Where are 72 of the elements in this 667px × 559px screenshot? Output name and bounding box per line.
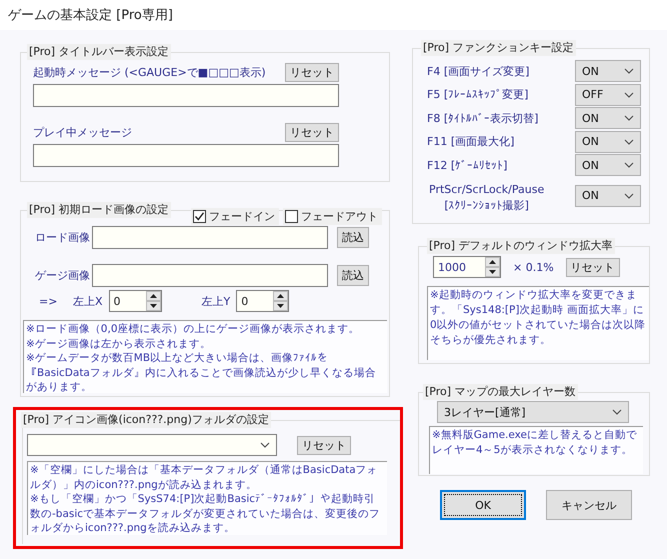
key-label: F12 [ｹﾞｰﾑﾘｾｯﾄ]	[427, 158, 508, 172]
image-path-field[interactable]	[92, 226, 328, 248]
chevron-icon	[624, 162, 634, 168]
number-field[interactable]: 1000	[433, 256, 501, 278]
folder-dropdown[interactable]	[27, 434, 277, 456]
note-text: ※起動時のウィンドウ拡大率を変更できます。「Sys148:[P]次起動時 画面拡大率」に0以外の値がセットされていた場合は次以降そちらが優先されます。	[427, 286, 649, 360]
on-off-dropdown[interactable]: OFF	[575, 84, 641, 106]
on-off-dropdown[interactable]: ON	[575, 184, 641, 206]
group-title: [Pro] マップの最大レイヤー数	[423, 384, 578, 400]
triangle-down-icon	[489, 270, 496, 274]
spin-down-button[interactable]	[485, 267, 500, 277]
spin-up-button[interactable]	[485, 257, 500, 267]
spin-down-button[interactable]	[273, 301, 288, 311]
load-button[interactable]: 読込	[337, 226, 369, 248]
checkbox-square	[285, 210, 298, 223]
key-label: F11 [画面最大化]	[427, 134, 514, 149]
chevron-icon	[624, 92, 634, 98]
note-text: ※ロード画像（0,0座標に表示）の上にゲージ画像が表示されます。 ※ゲージ画像は左から表示されます。 ※ゲームデータが数百MB以上など大きい場合は、画像ﾌｧｲﾙを『BasicDataフォルダ』内に入れることで画像読込が少し早くなる場合があります。	[23, 320, 387, 393]
chevron-icon	[624, 115, 634, 121]
key-label: F5 [ﾌﾚｰﾑｽｷｯﾌﾟ変更]	[427, 87, 528, 102]
layer-dropdown[interactable]: 3レイヤー[通常]	[437, 401, 629, 423]
field-label: ゲージ画像	[34, 268, 91, 282]
image-path-field[interactable]	[92, 264, 328, 286]
fade-checkbox[interactable]: フェードアウト	[283, 208, 382, 225]
dialog-button[interactable]: キャンセル	[546, 490, 632, 520]
key-label: F4 [画面サイズ変更]	[427, 64, 530, 78]
number-field[interactable]: 0	[108, 290, 162, 312]
on-off-dropdown[interactable]: ON	[575, 130, 641, 152]
chevron-icon	[624, 68, 634, 74]
note-text: ※「空欄」にした場合は「基本データフォルダ（通常はBasicDataフォルダ）」内のicon???.pngが読み込まれます。 ※もし「空欄」かつ「SysS74:[P]次起動Basicﾃﾞｰﾀﾌｫﾙﾀﾞ」や起動時引数の-basicで基本データフォルダが変更されていた場合は、変更後のフォルダからicon???.pngを読み込みます。	[27, 461, 387, 535]
message-field[interactable]	[33, 144, 339, 167]
group-title: [Pro] デフォルトのウィンドウ拡大率	[427, 238, 615, 254]
triangle-down-icon	[277, 304, 284, 308]
on-off-dropdown[interactable]: ON	[575, 60, 641, 82]
checkbox-square	[193, 210, 206, 223]
window-title: ゲームの基本設定 [Pro専用]	[8, 8, 173, 23]
triangle-up-icon	[150, 294, 157, 298]
on-off-dropdown[interactable]: ON	[575, 154, 641, 176]
key-label: F8 [ﾀｲﾄﾙﾊﾞｰ表示切替]	[427, 110, 538, 126]
spin-up-button[interactable]	[273, 291, 288, 301]
group-title: [Pro] アイコン画像(icon???.png)フォルダの設定	[21, 412, 271, 428]
note-text: ※無料版Game.exeに差し替えると自動でレイヤー4～5が表示されなくなります。	[429, 426, 643, 474]
dialog-button[interactable]: OK	[440, 490, 526, 520]
spin-down-button[interactable]	[146, 301, 161, 311]
number-field[interactable]: 0	[236, 290, 290, 312]
chevron-icon	[624, 192, 634, 198]
triangle-up-icon	[489, 260, 496, 264]
key-label: PrtScr/ScrLock/Pause [ｽｸﾘｰﾝｼｮｯﾄ撮影]	[429, 182, 544, 214]
chevron-icon	[612, 409, 622, 415]
arrow-text: =>	[38, 294, 58, 308]
offset-label: 左上X	[73, 294, 103, 308]
unit-label: × 0.1%	[513, 260, 554, 274]
chevron-icon	[624, 138, 634, 144]
message-field[interactable]	[33, 84, 339, 107]
field-label: プレイ中メッセージ	[33, 125, 132, 141]
chevron-icon	[260, 442, 270, 448]
reset-button[interactable]: リセット	[297, 436, 351, 454]
group-title: [Pro] ファンクションキー設定	[421, 40, 576, 56]
triangle-down-icon	[150, 304, 157, 308]
reset-button[interactable]: リセット	[566, 258, 620, 276]
load-button[interactable]: 読込	[337, 264, 369, 286]
triangle-up-icon	[277, 294, 284, 298]
reset-button[interactable]: リセット	[285, 63, 339, 82]
group-title: [Pro] 初期ロード画像の設定	[27, 202, 171, 218]
on-off-dropdown[interactable]: ON	[575, 107, 641, 129]
offset-label: 左上Y	[202, 294, 230, 308]
field-label: ロード画像	[34, 230, 91, 244]
spin-up-button[interactable]	[146, 291, 161, 301]
fade-checkbox[interactable]: フェードイン	[191, 208, 279, 225]
field-label: 起動時メッセージ (<GAUGE>で■□□□表示)	[33, 65, 266, 81]
reset-button[interactable]: リセット	[285, 123, 339, 142]
group-title: [Pro] タイトルバー表示設定	[27, 44, 171, 60]
